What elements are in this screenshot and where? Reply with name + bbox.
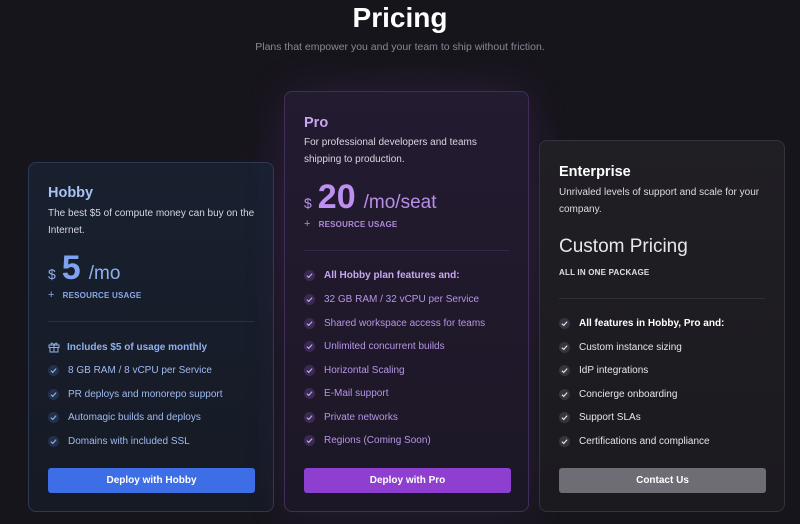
feature-item: 32 GB RAM / 32 vCPU per Service: [304, 294, 479, 305]
plan-description: For professional developers and teams sh…: [304, 137, 477, 165]
divider: [304, 250, 509, 251]
plan-name: Pro: [304, 115, 329, 131]
plan-description: The best $5 of compute money can buy on …: [48, 208, 255, 236]
price: $ 5 /mo: [48, 249, 120, 288]
feature-label: 8 GB RAM / 8 vCPU per Service: [68, 365, 212, 376]
price-amount: 20: [317, 178, 356, 216]
deploy-hobby-button[interactable]: Deploy with Hobby: [48, 468, 255, 493]
resource-usage-label: RESOURCE USAGE: [62, 290, 142, 300]
custom-pricing: Custom Pricing: [559, 236, 688, 257]
feature-label: IdP integrations: [579, 365, 649, 376]
feature-item: Certifications and compliance: [559, 436, 710, 447]
feature-item: Private networks: [304, 412, 398, 423]
plan-name: Enterprise: [559, 164, 631, 180]
check-icon: [304, 435, 315, 446]
feature-label: Unlimited concurrent builds: [324, 341, 445, 352]
plan-card-enterprise: Enterprise Unrivaled levels of support a…: [539, 140, 785, 512]
price-unit: /mo/seat: [363, 192, 437, 213]
check-icon: [304, 365, 315, 376]
check-icon: [48, 412, 59, 423]
check-icon: [304, 318, 315, 329]
resource-usage: + RESOURCE USAGE: [48, 289, 141, 301]
check-icon: [559, 318, 570, 329]
feature-label: Certifications and compliance: [579, 436, 710, 447]
check-icon: [48, 365, 59, 376]
price-amount: 5: [61, 249, 81, 287]
feature-item: All Hobby plan features and:: [304, 270, 460, 281]
feature-item: Custom instance sizing: [559, 342, 682, 353]
plus-icon: +: [48, 289, 55, 301]
check-icon: [559, 436, 570, 447]
feature-label: Horizontal Scaling: [324, 365, 405, 376]
feature-item: PR deploys and monorepo support: [48, 389, 223, 400]
feature-label: Domains with included SSL: [68, 436, 190, 447]
resource-usage-label: RESOURCE USAGE: [318, 219, 398, 229]
feature-label: Private networks: [324, 412, 398, 423]
feature-label: All features in Hobby, Pro and:: [579, 318, 725, 329]
feature-item: 8 GB RAM / 8 vCPU per Service: [48, 365, 212, 376]
plan-description: Unrivaled levels of support and scale fo…: [559, 187, 760, 215]
feature-item: IdP integrations: [559, 365, 648, 376]
price: $ 20 /mo/seat: [304, 178, 437, 217]
feature-label: Includes $5 of usage monthly: [67, 341, 208, 353]
feature-label: Shared workspace access for teams: [324, 318, 486, 329]
deploy-pro-button[interactable]: Deploy with Pro: [304, 468, 511, 493]
check-icon: [48, 436, 59, 447]
check-icon: [304, 388, 315, 399]
contact-us-button[interactable]: Contact Us: [559, 468, 766, 493]
plus-icon: +: [304, 218, 311, 230]
plan-card-pro: Pro For professional developers and team…: [284, 91, 529, 512]
feature-item: Concierge onboarding: [559, 389, 677, 400]
price-currency: $: [304, 195, 312, 211]
resource-usage: + RESOURCE USAGE: [304, 218, 397, 230]
package-label: ALL IN ONE PACKAGE: [559, 268, 650, 277]
feature-item: Unlimited concurrent builds: [304, 341, 445, 352]
check-icon: [559, 389, 570, 400]
feature-label: PR deploys and monorepo support: [68, 389, 223, 400]
feature-item: Support SLAs: [559, 412, 641, 423]
plan-name: Hobby: [48, 185, 94, 201]
feature-item: E-Mail support: [304, 388, 388, 399]
feature-item: All features in Hobby, Pro and:: [559, 318, 724, 329]
check-icon: [48, 389, 59, 400]
check-icon: [559, 412, 570, 423]
feature-label: Automagic builds and deploys: [68, 412, 201, 423]
feature-item: Regions (Coming Soon): [304, 435, 431, 446]
check-icon: [559, 342, 570, 353]
feature-item: Shared workspace access for teams: [304, 318, 485, 329]
feature-item: Includes $5 of usage monthly: [48, 341, 207, 353]
plan-card-hobby: Hobby The best $5 of compute money can b…: [28, 162, 274, 512]
divider: [48, 321, 254, 322]
feature-label: Custom instance sizing: [579, 342, 682, 353]
check-icon: [304, 270, 315, 281]
feature-label: Regions (Coming Soon): [324, 435, 431, 446]
check-icon: [304, 294, 315, 305]
feature-label: 32 GB RAM / 32 vCPU per Service: [324, 294, 480, 305]
feature-label: Support SLAs: [579, 412, 641, 423]
divider: [559, 298, 765, 299]
gift-icon: [48, 342, 60, 353]
feature-label: Concierge onboarding: [579, 389, 678, 400]
feature-label: E-Mail support: [324, 388, 389, 399]
feature-label: All Hobby plan features and:: [324, 270, 460, 281]
page-subtitle: Plans that empower you and your team to …: [255, 41, 545, 53]
check-icon: [304, 412, 315, 423]
price-unit: /mo: [88, 263, 121, 284]
price-currency: $: [48, 266, 56, 282]
check-icon: [304, 341, 315, 352]
feature-item: Horizontal Scaling: [304, 365, 405, 376]
feature-item: Domains with included SSL: [48, 436, 190, 447]
check-icon: [559, 365, 570, 376]
feature-item: Automagic builds and deploys: [48, 412, 201, 423]
page-title: Pricing: [352, 2, 448, 33]
